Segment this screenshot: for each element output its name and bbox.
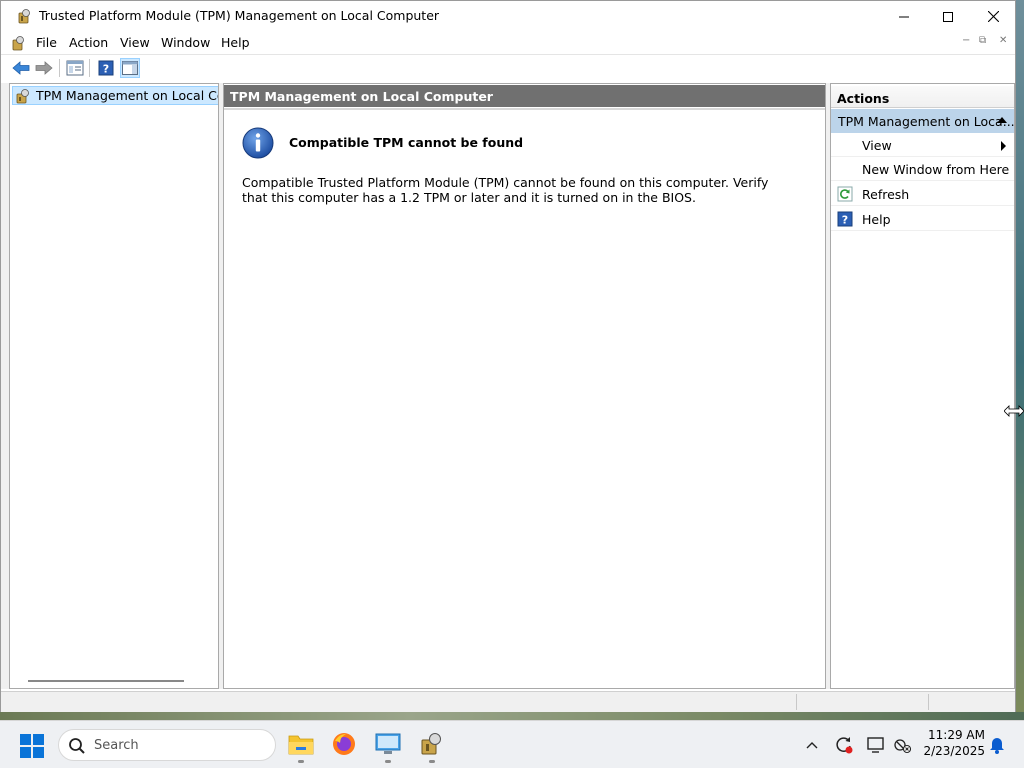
tree-item-tpm-management[interactable]: TPM Management on Local Comp — [12, 86, 218, 105]
menu-window[interactable]: Window — [159, 35, 212, 50]
show-hidden-icons-button[interactable] — [802, 735, 822, 755]
action-label: Refresh — [862, 187, 910, 202]
update-sync-icon — [836, 737, 853, 754]
search-placeholder: Search — [94, 738, 139, 753]
toolbar-separator — [89, 59, 90, 77]
action-refresh[interactable]: Refresh — [831, 182, 1014, 206]
minimize-icon — [899, 16, 909, 17]
action-pane-icon — [122, 61, 138, 75]
tpm-node-icon — [16, 89, 29, 104]
action-label: New Window from Here — [862, 162, 1010, 177]
desktop-wallpaper-edge — [1016, 0, 1024, 720]
windows-start-icon[interactable] — [20, 734, 44, 758]
taskbar-tpm-management[interactable] — [416, 728, 448, 760]
actions-pane: Actions TPM Management on Loca... View N… — [830, 83, 1015, 689]
firefox-icon — [333, 733, 355, 755]
mdi-close-icon[interactable]: ✕ — [999, 35, 1007, 46]
pane-area: TPM Management on Local Comp TPM Managem… — [1, 83, 1015, 689]
status-separator — [796, 694, 797, 710]
submenu-arrow-icon — [1001, 141, 1006, 151]
remote-desktop-icon — [375, 733, 401, 754]
result-pane-header: TPM Management on Local Computer — [224, 85, 825, 107]
clock-time: 11:29 AM — [928, 728, 985, 742]
running-indicator — [385, 760, 391, 763]
maximize-icon — [943, 11, 953, 22]
close-button[interactable] — [970, 1, 1016, 32]
info-icon — [242, 127, 274, 159]
console-tree-icon — [66, 60, 84, 76]
tray-network[interactable] — [892, 735, 912, 755]
notification-center-button[interactable] — [987, 735, 1007, 755]
system-menu-icon[interactable] — [10, 35, 26, 51]
running-indicator — [429, 760, 435, 763]
mdi-child-buttons: − ⧉ ✕ — [955, 32, 1015, 54]
mdi-restore-icon[interactable]: ⧉ — [979, 35, 986, 46]
close-icon — [987, 11, 999, 22]
notification-bell-icon — [990, 738, 1004, 754]
minimize-button[interactable] — [881, 1, 927, 32]
forward-arrow-icon — [35, 61, 53, 75]
network-disconnected-icon — [894, 739, 911, 754]
taskbar-firefox[interactable] — [328, 728, 360, 760]
action-view[interactable]: View — [831, 133, 1014, 157]
help-icon: ? — [98, 60, 114, 76]
window-title: Trusted Platform Module (TPM) Management… — [39, 8, 440, 23]
svg-text:?: ? — [103, 63, 109, 76]
tpm-management-icon — [421, 733, 441, 755]
resize-cursor-icon — [1004, 405, 1024, 417]
menu-bar: File Action View Window Help − ⧉ ✕ — [1, 32, 1015, 54]
forward-button[interactable] — [34, 58, 54, 78]
action-help[interactable]: ? Help — [831, 207, 1014, 231]
header-divider — [224, 108, 825, 110]
collapse-triangle-icon[interactable] — [997, 117, 1007, 123]
desktop-wallpaper-bottom — [0, 712, 1024, 720]
actions-group-label: TPM Management on Loca... — [838, 114, 1015, 129]
toolbar-separator — [59, 59, 60, 77]
help-button[interactable]: ? — [96, 58, 116, 78]
display-icon — [867, 737, 884, 753]
mdi-minimize-icon[interactable]: − — [962, 35, 970, 46]
action-new-window-from-here[interactable]: New Window from Here — [831, 157, 1014, 181]
file-explorer-icon — [288, 735, 314, 755]
menu-help[interactable]: Help — [219, 35, 252, 50]
back-button[interactable] — [11, 58, 31, 78]
tpm-app-icon — [18, 9, 30, 24]
actions-header: Actions — [831, 86, 1014, 108]
help-icon: ? — [837, 211, 853, 227]
tree-horizontal-scrollbar[interactable] — [28, 680, 184, 682]
taskbar-remote-desktop[interactable] — [372, 728, 404, 760]
svg-text:?: ? — [842, 214, 848, 227]
tray-display[interactable] — [866, 735, 886, 755]
status-bar — [1, 691, 1015, 712]
message-body: Compatible Trusted Platform Module (TPM)… — [242, 175, 769, 205]
title-bar[interactable]: Trusted Platform Module (TPM) Management… — [1, 1, 1015, 32]
show-hide-console-tree-button[interactable] — [65, 58, 85, 78]
maximize-button[interactable] — [925, 1, 971, 32]
toolbar: ? — [1, 54, 1015, 82]
message-title: Compatible TPM cannot be found — [289, 135, 524, 150]
taskbar-search-box[interactable]: Search — [58, 729, 276, 761]
console-tree-pane: TPM Management on Local Comp — [9, 83, 219, 689]
tree-item-label: TPM Management on Local Comp — [36, 88, 218, 103]
taskbar: Search 11:29 AM 2/23/2025 — [0, 720, 1024, 768]
show-hide-action-pane-button[interactable] — [120, 58, 140, 78]
tpm-management-window: Trusted Platform Module (TPM) Management… — [0, 0, 1016, 712]
action-label: View — [862, 138, 892, 153]
menu-action[interactable]: Action — [67, 35, 110, 50]
taskbar-file-explorer[interactable] — [285, 728, 317, 760]
action-label: Help — [862, 212, 891, 227]
menu-view[interactable]: View — [118, 35, 152, 50]
refresh-icon — [837, 186, 853, 202]
taskbar-clock[interactable]: 11:29 AM 2/23/2025 — [915, 727, 985, 759]
actions-group-tpm-management[interactable]: TPM Management on Loca... — [831, 109, 1015, 133]
search-icon — [69, 738, 85, 754]
status-separator — [928, 694, 929, 710]
running-indicator — [298, 760, 304, 763]
chevron-up-icon — [806, 742, 818, 749]
clock-date: 2/23/2025 — [923, 744, 985, 758]
back-arrow-icon — [12, 61, 30, 75]
menu-file[interactable]: File — [34, 35, 59, 50]
result-pane: TPM Management on Local Computer Compati… — [223, 83, 826, 689]
tray-update-sync[interactable] — [834, 735, 854, 755]
